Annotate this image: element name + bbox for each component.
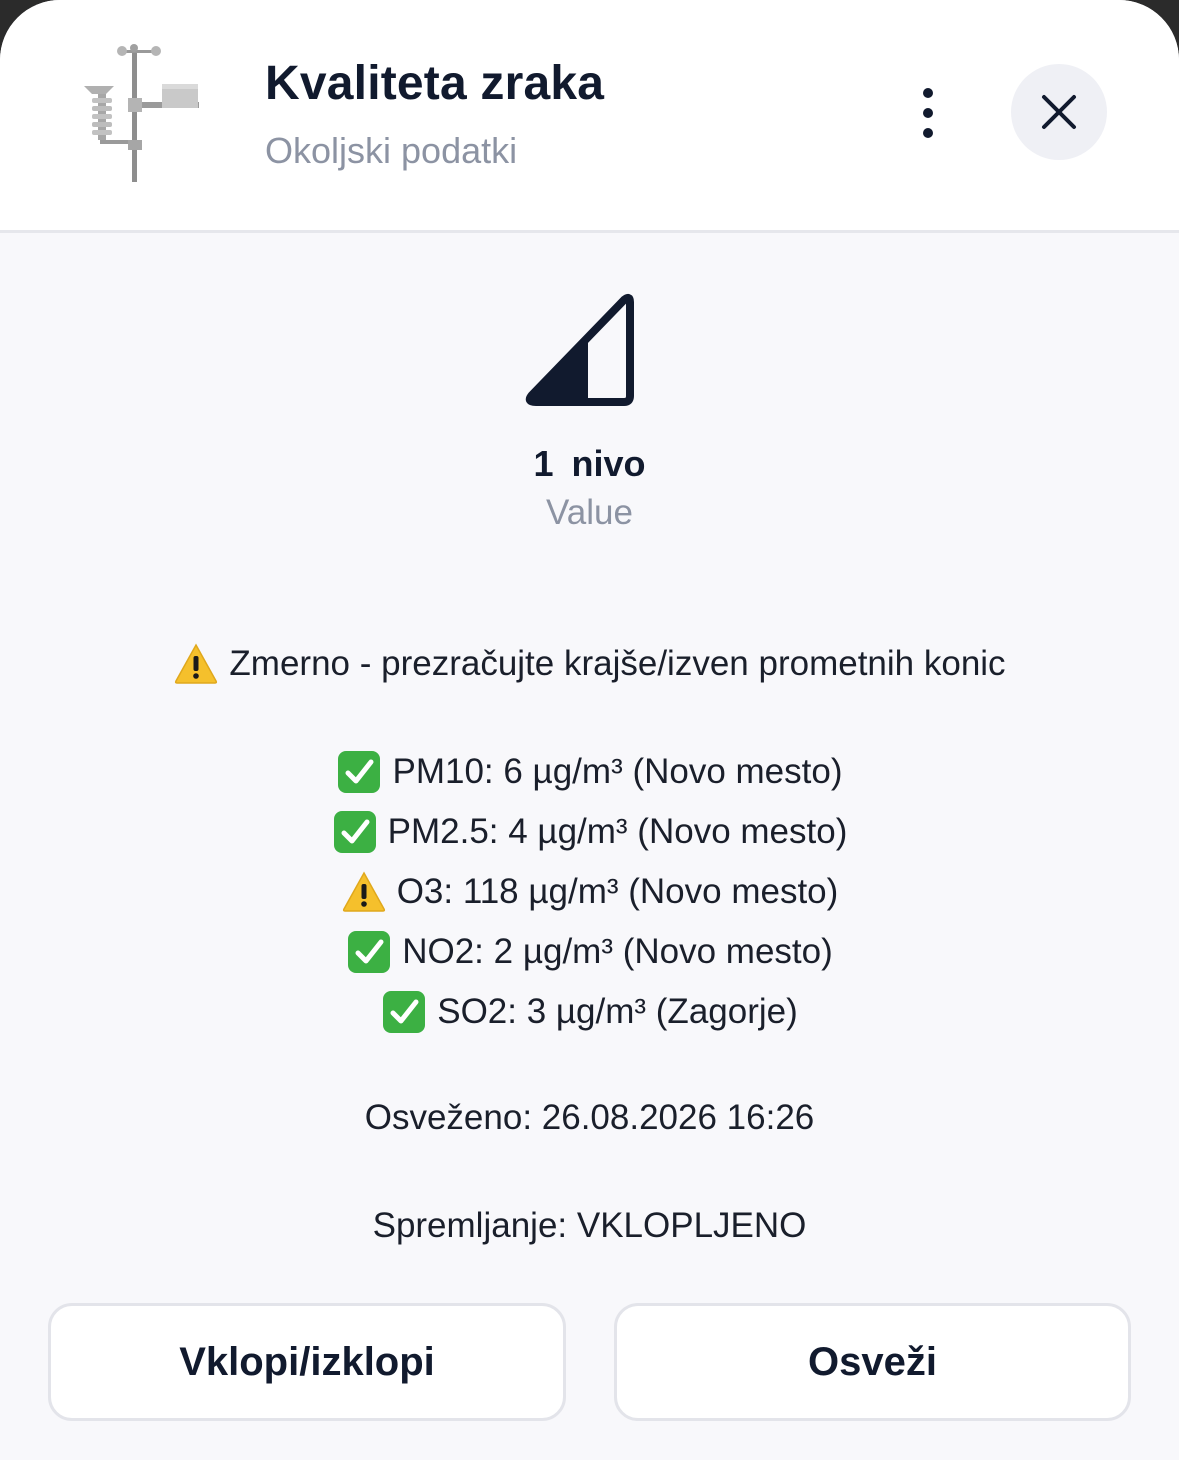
warning-icon: [342, 871, 385, 912]
level-label: Value: [546, 493, 633, 532]
check-icon: [333, 811, 376, 853]
pollutant-row: NO2: 2 µg/m³ (Novo mesto): [0, 928, 1179, 976]
air-quality-sheet: Kvaliteta zraka Okoljski podatki 1 nivo …: [0, 0, 1179, 1460]
pollutant-text: O3: 118 µg/m³ (Novo mesto): [396, 872, 839, 911]
status-line: Zmerno - prezračujte krajše/izven promet…: [0, 640, 1179, 688]
sheet-header: Kvaliteta zraka Okoljski podatki: [0, 0, 1179, 233]
refresh-button[interactable]: Osveži: [614, 1303, 1131, 1421]
pollutant-row: PM2.5: 4 µg/m³ (Novo mesto): [0, 808, 1179, 856]
signal-level-icon: [525, 293, 634, 406]
pollutant-text: NO2: 2 µg/m³ (Novo mesto): [402, 932, 833, 971]
page-title: Kvaliteta zraka: [265, 57, 605, 110]
level-number: 1: [533, 443, 554, 484]
toggle-button[interactable]: Vklopi/izklopi: [48, 1303, 566, 1421]
pollutant-text: SO2: 3 µg/m³ (Zagorje): [437, 992, 798, 1031]
more-vertical-icon: [923, 88, 933, 138]
page-subtitle: Okoljski podatki: [265, 130, 518, 171]
weather-station-icon: [84, 44, 199, 182]
level-value: 1 nivo: [0, 443, 1179, 485]
check-icon: [383, 991, 426, 1033]
pollutant-row: PM10: 6 µg/m³ (Novo mesto): [0, 748, 1179, 796]
status-text: Zmerno - prezračujte krajše/izven promet…: [229, 644, 1006, 683]
storage-status: Spremljanje: VKLOPLJENO: [0, 1202, 1179, 1250]
pollutant-row: SO2: 3 µg/m³ (Zagorje): [0, 988, 1179, 1036]
pollutant-row: O3: 118 µg/m³ (Novo mesto): [0, 868, 1179, 916]
level-unit: nivo: [571, 443, 646, 484]
pollutant-text: PM10: 6 µg/m³ (Novo mesto): [392, 752, 843, 791]
more-options-button[interactable]: [895, 80, 961, 146]
warning-icon: [175, 643, 218, 684]
refreshed-text: Osveženo: 26.08.2026 16:26: [364, 1098, 815, 1137]
close-button[interactable]: [1011, 64, 1107, 160]
close-icon: [1042, 95, 1076, 129]
storage-text: Spremljanje: VKLOPLJENO: [372, 1206, 807, 1245]
pollutant-text: PM2.5: 4 µg/m³ (Novo mesto): [387, 812, 848, 851]
check-icon: [338, 751, 381, 793]
check-icon: [348, 931, 391, 973]
refreshed-timestamp: Osveženo: 26.08.2026 16:26: [0, 1094, 1179, 1142]
